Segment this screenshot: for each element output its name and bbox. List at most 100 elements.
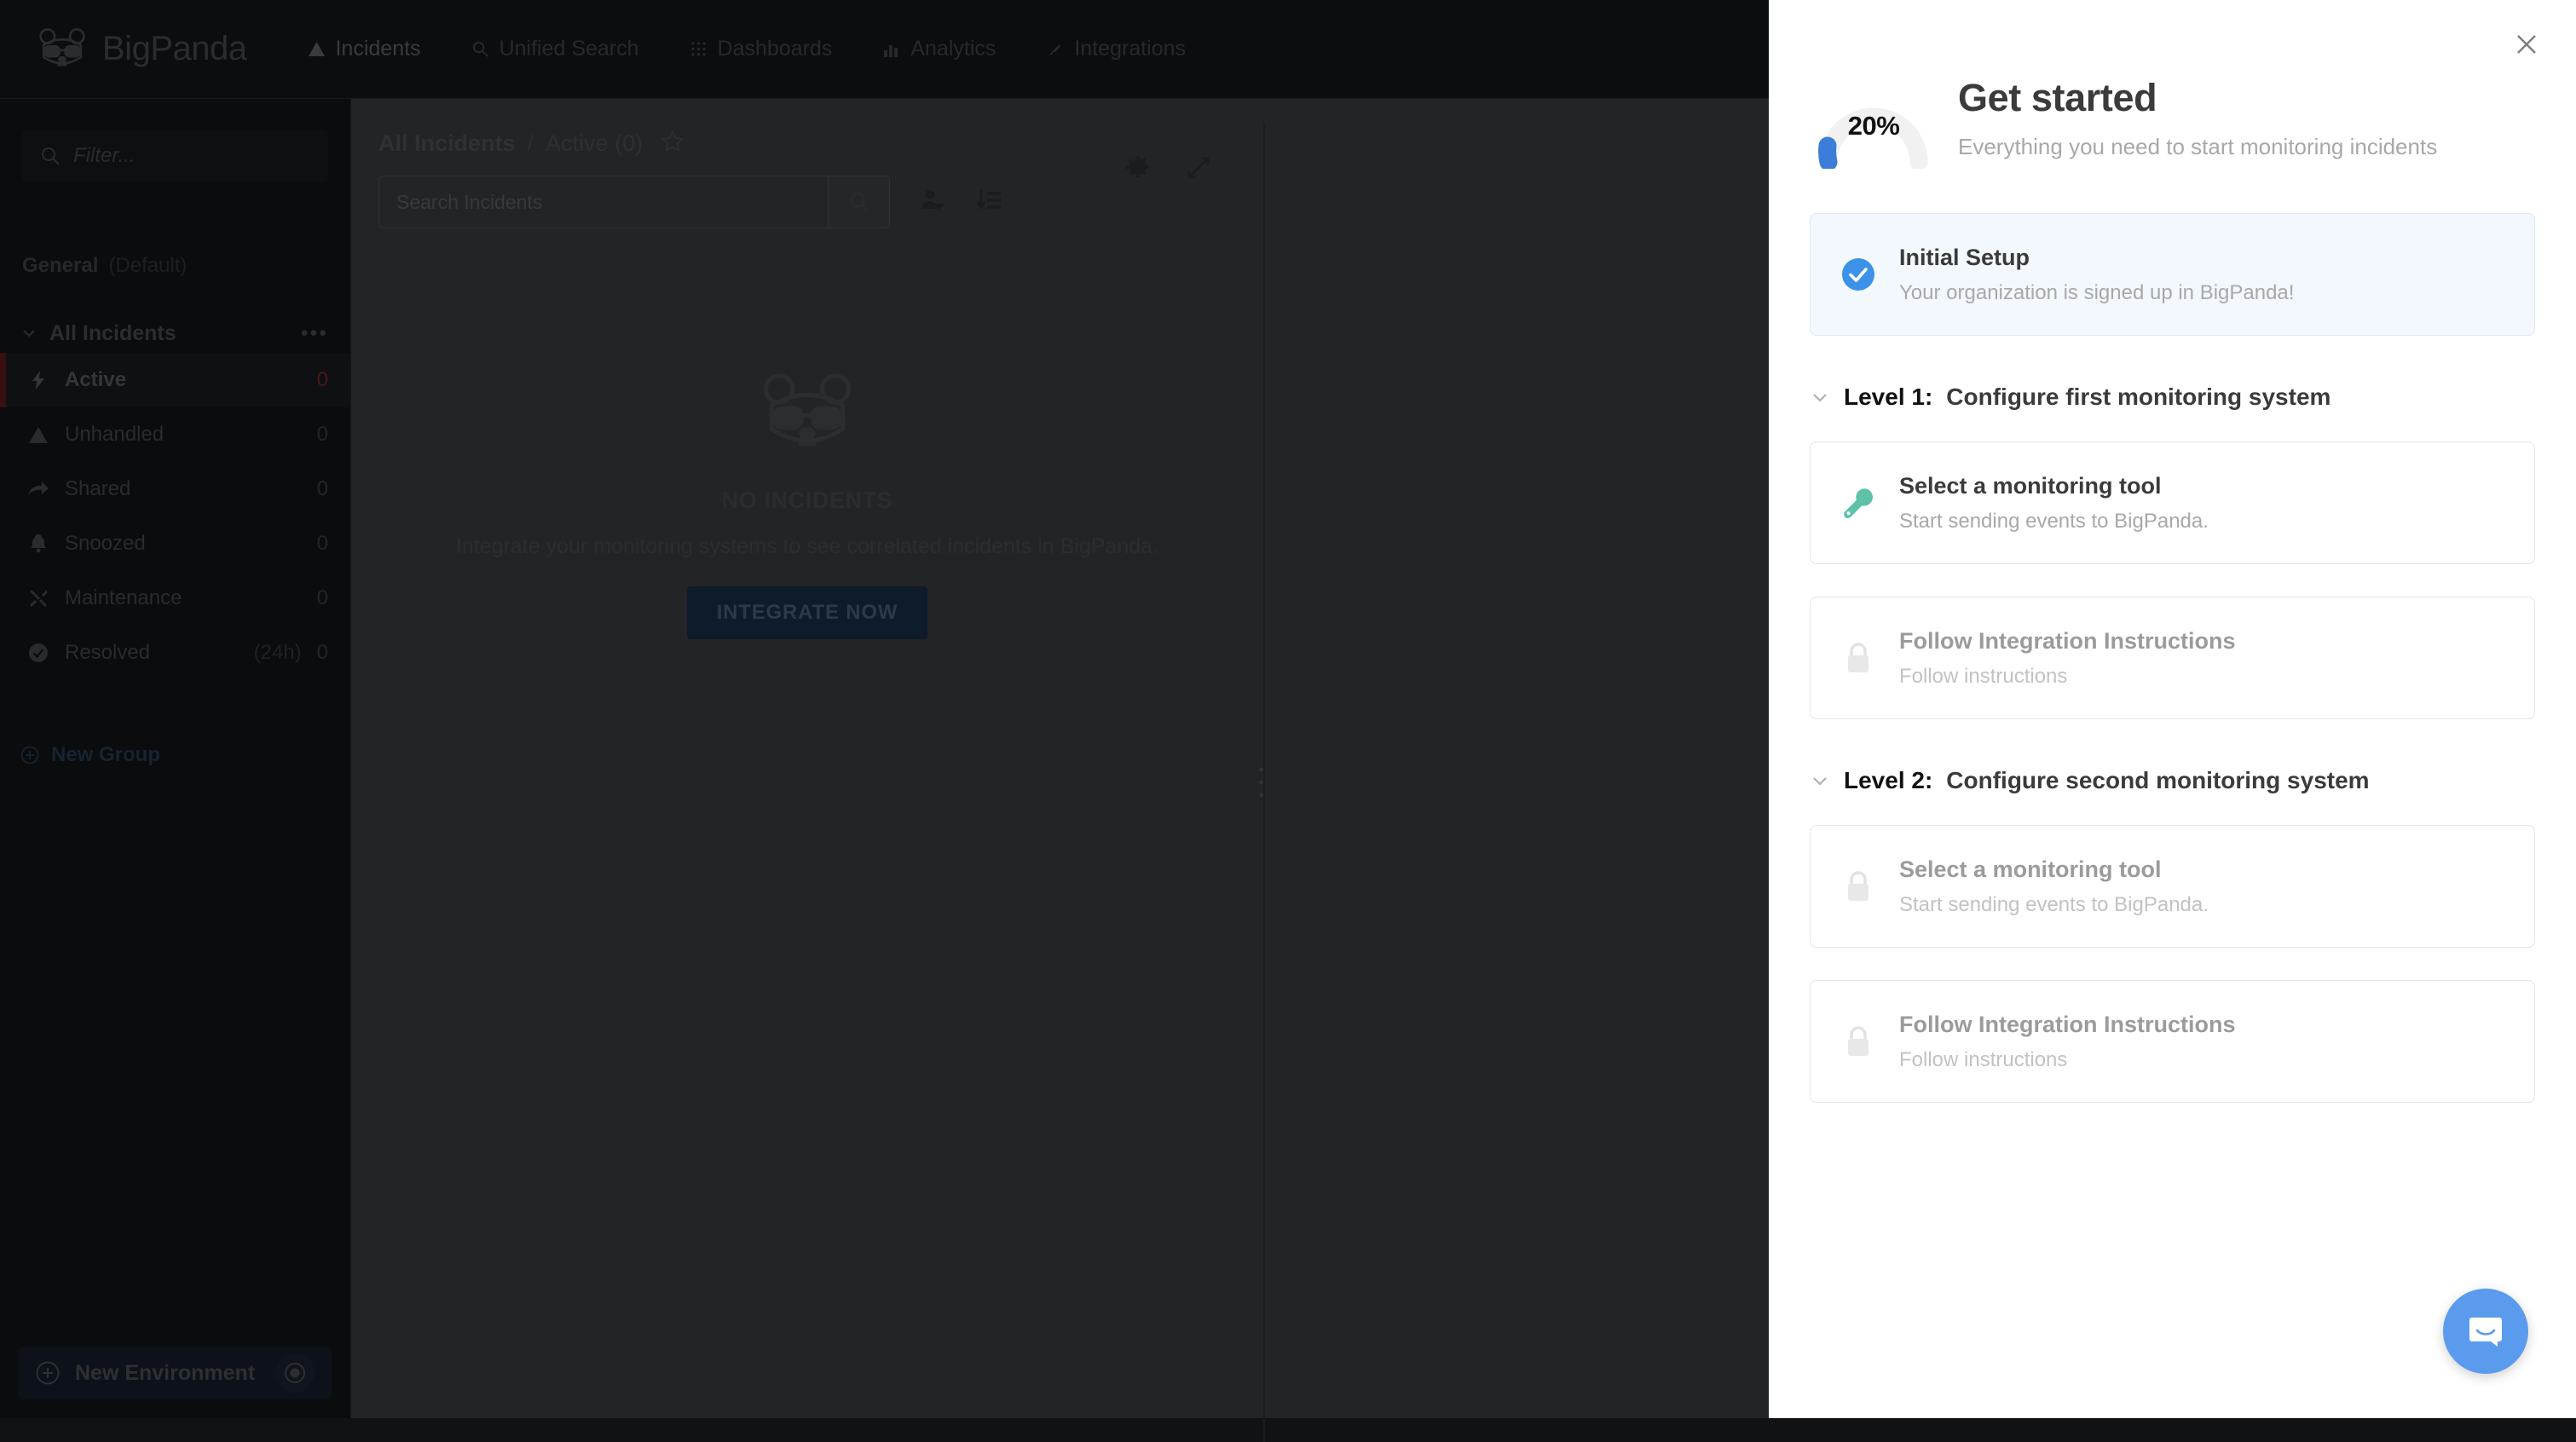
- breadcrumb-parent[interactable]: All Incidents: [378, 130, 516, 157]
- group-header-all-incidents[interactable]: All Incidents •••: [0, 314, 350, 353]
- environment-name: General: [22, 254, 98, 278]
- filter-placeholder: Filter...: [73, 144, 135, 168]
- sidebar-item-count: 0: [317, 641, 328, 665]
- sidebar-item-shared[interactable]: Shared 0: [0, 462, 350, 516]
- empty-state: NO INCIDENTS Integrate your monitoring s…: [351, 370, 1263, 639]
- chevron-down-icon: [20, 325, 38, 342]
- expand-icon[interactable]: [1187, 156, 1210, 184]
- sidebar-item-count: 0: [317, 423, 328, 447]
- sidebar-item-resolved[interactable]: Resolved (24h) 0: [0, 626, 350, 680]
- share-arrow-icon: [27, 482, 49, 497]
- nav-label: Dashboards: [718, 37, 833, 61]
- level-number: Level 2:: [1844, 767, 1932, 794]
- sidebar-item-label: Snoozed: [65, 532, 302, 556]
- nav-item-incidents[interactable]: Incidents: [308, 37, 420, 61]
- search-icon: [41, 147, 60, 165]
- sidebar-item-label: Resolved: [65, 641, 245, 665]
- search-placeholder: Search Incidents: [379, 191, 828, 214]
- gear-icon[interactable]: [1125, 155, 1151, 185]
- brand-logo[interactable]: BigPanda: [38, 25, 246, 74]
- panda-logo-icon: [758, 370, 857, 459]
- new-group-button[interactable]: New Group: [0, 731, 350, 779]
- nav-item-analytics[interactable]: Analytics: [883, 37, 996, 61]
- left-sidebar: Filter... General (Default) All Incident…: [0, 99, 351, 1418]
- task-card-initial-setup[interactable]: Initial Setup Your organization is signe…: [1810, 213, 2535, 336]
- nav-items: Incidents Unified Search Dashboards: [308, 37, 1186, 61]
- level-number: Level 1:: [1844, 384, 1932, 411]
- brand-wordmark: BigPanda: [102, 30, 246, 68]
- environment-header[interactable]: General (Default): [22, 254, 350, 278]
- search-submit-button[interactable]: [828, 176, 889, 228]
- panel-subtitle: Everything you need to start monitoring …: [1958, 134, 2437, 160]
- nav-label: Unified Search: [500, 37, 639, 61]
- warning-triangle-icon: [27, 427, 49, 443]
- task-title: Select a monitoring tool: [1899, 473, 2209, 499]
- bell-icon: [27, 534, 49, 553]
- search-incidents-input[interactable]: Search Incidents: [378, 176, 890, 228]
- panda-logo-icon: [38, 25, 87, 74]
- check-circle-filled-icon: [1836, 258, 1880, 291]
- sidebar-item-count: 0: [317, 477, 328, 501]
- sidebar-item-label: Active: [65, 368, 302, 392]
- tools-icon: [27, 589, 49, 608]
- get-started-panel: 20% Get started Everything you need to s…: [1769, 0, 2576, 1418]
- grid-dots-icon: [690, 40, 708, 59]
- progress-percent-label: 20%: [1810, 111, 1938, 141]
- wrench-icon: [1836, 486, 1880, 520]
- task-subtitle: Follow instructions: [1899, 1048, 2236, 1072]
- nav-item-unified-search[interactable]: Unified Search: [472, 37, 639, 61]
- intercom-chat-icon[interactable]: [2443, 1289, 2528, 1374]
- search-icon: [472, 40, 489, 59]
- sidebar-item-label: Unhandled: [65, 423, 302, 447]
- task-subtitle: Start sending events to BigPanda.: [1899, 510, 2209, 534]
- sidebar-item-maintenance[interactable]: Maintenance 0: [0, 571, 350, 626]
- level-header-2[interactable]: Level 2: Configure second monitoring sys…: [1810, 767, 2535, 794]
- panel-resize-divider[interactable]: [1263, 123, 1265, 1442]
- task-subtitle: Start sending events to BigPanda.: [1899, 893, 2209, 917]
- task-title: Initial Setup: [1899, 245, 2294, 271]
- favorite-star-icon[interactable]: [661, 130, 684, 157]
- task-title: Follow Integration Instructions: [1899, 1012, 2236, 1038]
- plus-circle-icon: [20, 746, 39, 764]
- sidebar-item-unhandled[interactable]: Unhandled 0: [0, 407, 350, 462]
- task-subtitle: Your organization is signed up in BigPan…: [1899, 281, 2294, 305]
- sidebar-item-snoozed[interactable]: Snoozed 0: [0, 516, 350, 571]
- lightning-icon: [27, 371, 49, 389]
- panel-resize-grip[interactable]: [1259, 768, 1263, 798]
- progress-gauge: 20%: [1810, 66, 1938, 169]
- chevron-down-icon[interactable]: [1810, 770, 1830, 791]
- sidebar-item-count: 0: [317, 368, 328, 392]
- breadcrumb-current: Active (0): [546, 130, 643, 157]
- task-title: Follow Integration Instructions: [1899, 628, 2236, 655]
- sidebar-item-active[interactable]: Active 0: [0, 353, 350, 407]
- sidebar-item-count: 0: [317, 532, 328, 556]
- nav-label: Incidents: [335, 37, 420, 61]
- empty-state-subtitle: Integrate your monitoring systems to see…: [456, 534, 1158, 559]
- header-action-icons: [1125, 155, 1210, 185]
- task-card-follow-integration-instructions-l1: Follow Integration Instructions Follow i…: [1810, 597, 2535, 719]
- task-title: Select a monitoring tool: [1899, 857, 2209, 883]
- chevron-down-icon[interactable]: [1810, 387, 1830, 407]
- empty-state-title: NO INCIDENTS: [722, 487, 893, 514]
- target-icon[interactable]: [275, 1353, 315, 1393]
- breadcrumb-separator: /: [528, 130, 534, 157]
- sidebar-filter-input[interactable]: Filter...: [22, 130, 328, 182]
- integrate-now-button[interactable]: INTEGRATE NOW: [687, 586, 927, 639]
- panel-title: Get started: [1958, 76, 2437, 120]
- sort-list-icon[interactable]: [977, 189, 1001, 216]
- environment-default-label: (Default): [108, 254, 187, 278]
- group-menu-icon[interactable]: •••: [301, 321, 328, 346]
- assignee-filter-icon[interactable]: [921, 188, 944, 216]
- search-tools: [921, 188, 1001, 216]
- nav-item-integrations[interactable]: Integrations: [1047, 37, 1186, 61]
- task-card-select-monitoring-tool-l1[interactable]: Select a monitoring tool Start sending e…: [1810, 441, 2535, 564]
- close-icon[interactable]: [2508, 26, 2545, 63]
- plus-circle-icon: [36, 1361, 60, 1385]
- level-title: Configure second monitoring system: [1946, 767, 2369, 794]
- nav-label: Analytics: [910, 37, 996, 61]
- new-environment-button[interactable]: New Environment: [19, 1347, 332, 1399]
- nav-item-dashboards[interactable]: Dashboards: [690, 37, 833, 61]
- sidebar-item-label: Shared: [65, 477, 302, 501]
- panel-header: 20% Get started Everything you need to s…: [1769, 0, 2576, 169]
- level-header-1[interactable]: Level 1: Configure first monitoring syst…: [1810, 384, 2535, 411]
